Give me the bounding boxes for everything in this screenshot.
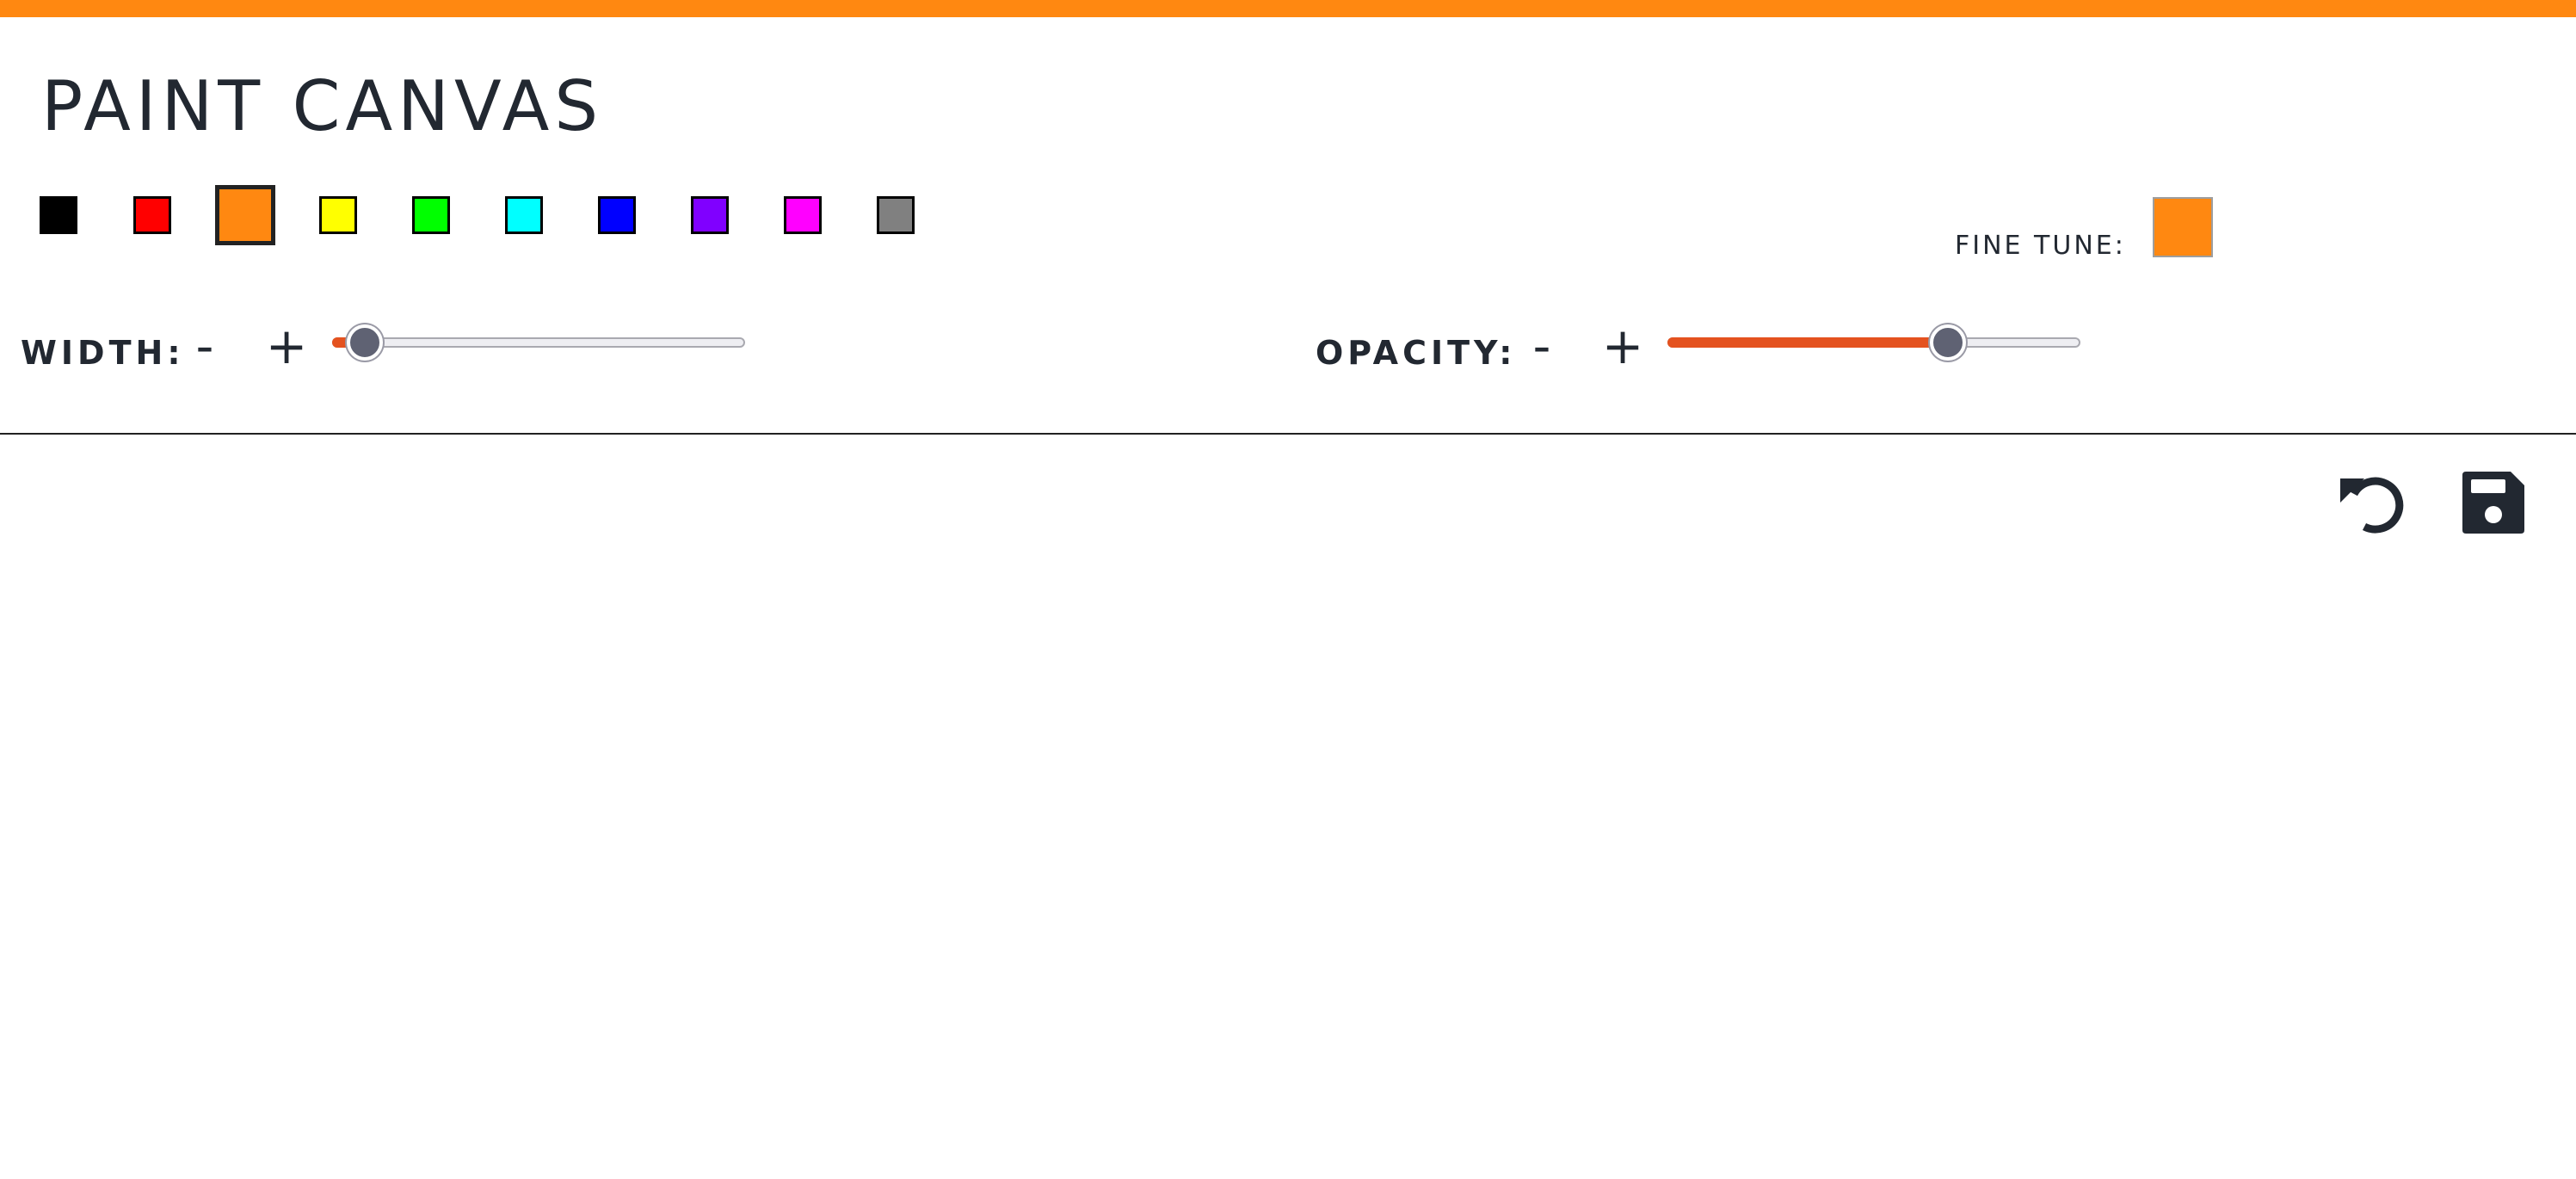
color-swatch-red[interactable]: [133, 196, 171, 234]
width-slider[interactable]: [332, 324, 745, 361]
color-swatch-cyan[interactable]: [505, 196, 543, 234]
opacity-slider-fill: [1667, 337, 1949, 348]
undo-button[interactable]: [2335, 465, 2413, 542]
opacity-label: OPACITY:: [1316, 334, 1517, 372]
color-swatch-magenta[interactable]: [784, 196, 822, 234]
width-label: WIDTH:: [21, 334, 185, 372]
color-swatch-purple[interactable]: [691, 196, 729, 234]
opacity-increment-button[interactable]: +: [1599, 320, 1647, 372]
color-swatch-yellow[interactable]: [319, 196, 357, 234]
undo-icon: [2340, 477, 2404, 534]
width-increment-button[interactable]: +: [262, 320, 311, 372]
width-slider-thumb[interactable]: [347, 324, 384, 361]
color-swatch-black[interactable]: [40, 196, 77, 234]
opacity-decrement-button[interactable]: -: [1518, 320, 1566, 372]
color-swatch-orange[interactable]: [215, 185, 275, 245]
save-button[interactable]: [2454, 465, 2531, 542]
opacity-slider[interactable]: [1667, 324, 2080, 361]
opacity-slider-thumb[interactable]: [1930, 324, 1967, 361]
width-slider-track: [332, 337, 745, 348]
page-title: PAINT CANVAS: [41, 66, 604, 146]
accent-bar: [0, 0, 2576, 17]
drawing-canvas[interactable]: [0, 435, 2576, 1179]
floppy-disk-save-icon: [2462, 472, 2524, 534]
fine-tune-color-picker[interactable]: [2153, 197, 2213, 257]
fine-tune-label: FINE TUNE:: [1955, 231, 2126, 261]
width-decrement-button[interactable]: -: [181, 320, 229, 372]
color-swatch-blue[interactable]: [598, 196, 636, 234]
color-swatch-green[interactable]: [412, 196, 450, 234]
color-swatch-gray[interactable]: [877, 196, 915, 234]
